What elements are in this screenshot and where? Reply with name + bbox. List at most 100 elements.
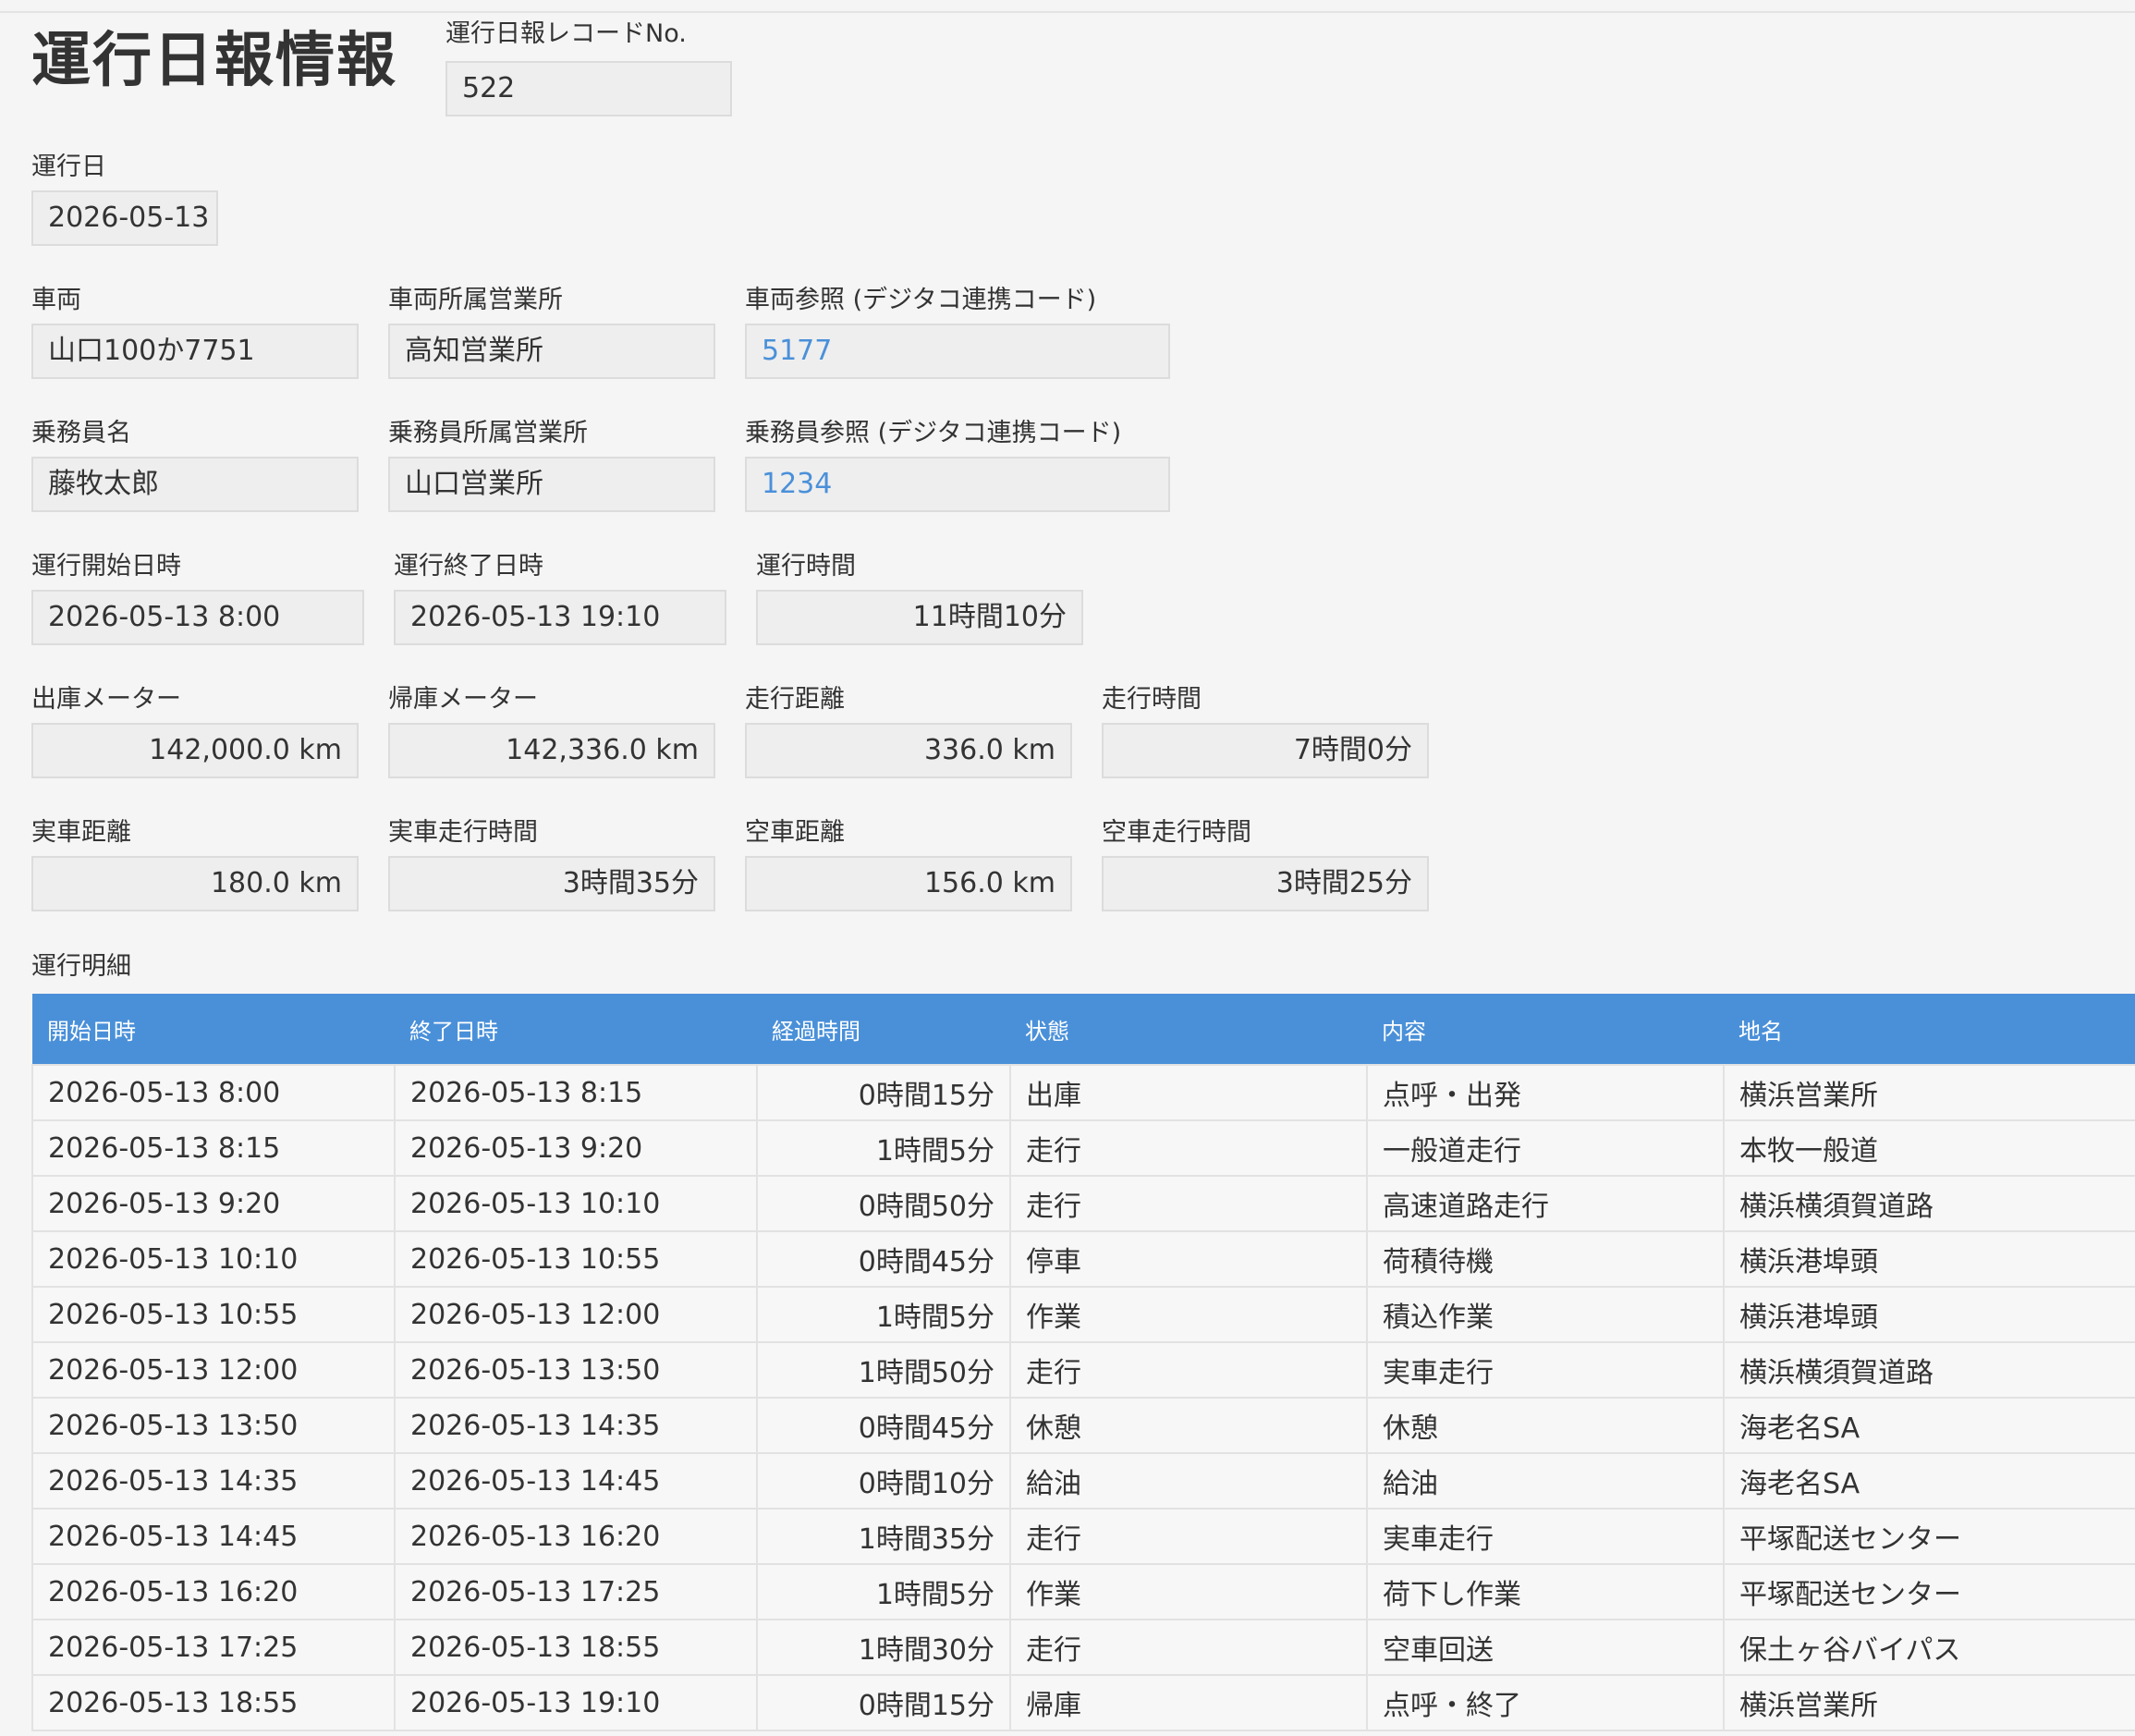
end-datetime-value[interactable]: 2026-05-13 19:10	[394, 590, 726, 645]
vehicle-office-label: 車両所属営業所	[388, 286, 563, 314]
cell-place: 横浜横須賀道路	[1723, 1341, 2135, 1399]
cell-end: 2026-05-13 8:15	[394, 1064, 758, 1121]
cell-elapsed: 0時間15分	[756, 1064, 1011, 1121]
empty-travel-time-value[interactable]: 3時間25分	[1102, 856, 1429, 911]
cell-content: 給油	[1366, 1452, 1725, 1510]
cell-status: 作業	[1009, 1563, 1368, 1620]
cell-place: 保土ヶ谷バイパス	[1723, 1619, 2135, 1676]
empty-distance-value[interactable]: 156.0 km	[745, 856, 1072, 911]
driver-ref-link[interactable]: 1234	[762, 468, 832, 500]
vehicle-value[interactable]: 山口100か7751	[31, 324, 359, 379]
driver-office-label: 乗務員所属営業所	[388, 419, 588, 447]
travel-distance-value[interactable]: 336.0 km	[745, 723, 1072, 778]
cell-status: 給油	[1009, 1452, 1368, 1510]
cell-content: 点呼・出発	[1366, 1064, 1725, 1121]
column-header-elapsed[interactable]: 経過時間	[757, 994, 1010, 1065]
cell-content: 荷積待機	[1366, 1230, 1725, 1288]
empty-travel-time-label: 空車走行時間	[1102, 818, 1251, 847]
cell-end: 2026-05-13 19:10	[394, 1674, 758, 1731]
table-row[interactable]: 2026-05-13 17:25 2026-05-13 18:55 1時間30分 走行…	[31, 1619, 2135, 1676]
cell-start: 2026-05-13 13:50	[31, 1397, 396, 1454]
cell-place: 横浜営業所	[1723, 1674, 2135, 1731]
cell-elapsed: 0時間45分	[756, 1397, 1011, 1454]
cell-end: 2026-05-13 16:20	[394, 1508, 758, 1565]
cell-status: 走行	[1009, 1508, 1368, 1565]
column-header-end[interactable]: 終了日時	[395, 994, 757, 1065]
cell-start: 2026-05-13 18:55	[31, 1674, 396, 1731]
operation-date-value[interactable]: 2026-05-13	[31, 190, 218, 246]
cell-start: 2026-05-13 14:45	[31, 1508, 396, 1565]
operation-time-label: 運行時間	[756, 552, 856, 581]
cell-place: 本牧一般道	[1723, 1119, 2135, 1177]
table-row[interactable]: 2026-05-13 12:00 2026-05-13 13:50 1時間50分 走行…	[31, 1341, 2135, 1399]
departure-meter-value[interactable]: 142,000.0 km	[31, 723, 359, 778]
table-row[interactable]: 2026-05-13 13:50 2026-05-13 14:35 0時間45分 休憩…	[31, 1397, 2135, 1454]
cell-elapsed: 1時間5分	[756, 1286, 1011, 1343]
empty-distance-label: 空車距離	[745, 818, 845, 847]
record-no-value[interactable]: 522	[445, 61, 732, 116]
column-header-start[interactable]: 開始日時	[32, 994, 395, 1065]
return-meter-value[interactable]: 142,336.0 km	[388, 723, 715, 778]
cell-end: 2026-05-13 14:45	[394, 1452, 758, 1510]
details-header-row: 開始日時 終了日時 経過時間 状態 内容 地名	[32, 994, 2135, 1065]
cell-start: 2026-05-13 9:20	[31, 1175, 396, 1232]
details-section-label: 運行明細	[31, 952, 131, 981]
vehicle-label: 車両	[31, 286, 81, 314]
driver-label: 乗務員名	[31, 419, 131, 447]
table-row[interactable]: 2026-05-13 8:00 2026-05-13 8:15 0時間15分 出庫 点呼…	[31, 1064, 2135, 1121]
column-header-content[interactable]: 内容	[1367, 994, 1724, 1065]
cell-end: 2026-05-13 12:00	[394, 1286, 758, 1343]
cell-start: 2026-05-13 8:00	[31, 1064, 396, 1121]
travel-time-label: 走行時間	[1102, 685, 1202, 714]
cell-start: 2026-05-13 14:35	[31, 1452, 396, 1510]
table-row[interactable]: 2026-05-13 10:55 2026-05-13 12:00 1時間5分 作業積…	[31, 1286, 2135, 1343]
cell-end: 2026-05-13 9:20	[394, 1119, 758, 1177]
driver-office-value[interactable]: 山口営業所	[388, 457, 715, 512]
table-row[interactable]: 2026-05-13 10:10 2026-05-13 10:55 0時間45分 停車…	[31, 1230, 2135, 1288]
start-datetime-value[interactable]: 2026-05-13 8:00	[31, 590, 364, 645]
departure-meter-label: 出庫メーター	[31, 685, 181, 714]
driver-value[interactable]: 藤牧太郎	[31, 457, 359, 512]
cell-elapsed: 1時間35分	[756, 1508, 1011, 1565]
table-row[interactable]: 2026-05-13 16:20 2026-05-13 17:25 1時間5分 作業荷…	[31, 1563, 2135, 1620]
table-row[interactable]: 2026-05-13 9:20 2026-05-13 10:10 0時間50分 走行高…	[31, 1175, 2135, 1232]
cell-status: 出庫	[1009, 1064, 1368, 1121]
cell-status: 走行	[1009, 1175, 1368, 1232]
cell-start: 2026-05-13 10:10	[31, 1230, 396, 1288]
record-no-label: 運行日報レコードNo.	[445, 19, 687, 48]
cell-place: 横浜営業所	[1723, 1064, 2135, 1121]
table-row[interactable]: 2026-05-13 14:45 2026-05-13 16:20 1時間35分 走行…	[31, 1508, 2135, 1565]
loaded-distance-value[interactable]: 180.0 km	[31, 856, 359, 911]
cell-place: 横浜港埠頭	[1723, 1230, 2135, 1288]
start-datetime-label: 運行開始日時	[31, 552, 181, 581]
vehicle-office-value[interactable]: 高知営業所	[388, 324, 715, 379]
cell-place: 平塚配送センター	[1723, 1508, 2135, 1565]
operation-date-label: 運行日	[31, 153, 106, 181]
vehicle-ref-link[interactable]: 5177	[762, 335, 832, 367]
loaded-travel-time-value[interactable]: 3時間35分	[388, 856, 715, 911]
driver-ref-box: 1234	[745, 457, 1170, 512]
travel-distance-label: 走行距離	[745, 685, 845, 714]
cell-start: 2026-05-13 10:55	[31, 1286, 396, 1343]
cell-place: 海老名SA	[1723, 1452, 2135, 1510]
cell-end: 2026-05-13 10:10	[394, 1175, 758, 1232]
cell-elapsed: 0時間10分	[756, 1452, 1011, 1510]
cell-end: 2026-05-13 14:35	[394, 1397, 758, 1454]
driver-ref-label: 乗務員参照 (デジタコ連携コード)	[745, 419, 1122, 447]
table-row[interactable]: 2026-05-13 18:55 2026-05-13 19:10 0時間15分 帰庫…	[31, 1674, 2135, 1731]
column-header-status[interactable]: 状態	[1010, 994, 1367, 1065]
operation-time-value[interactable]: 11時間10分	[756, 590, 1083, 645]
cell-start: 2026-05-13 12:00	[31, 1341, 396, 1399]
column-header-place[interactable]: 地名	[1724, 994, 2135, 1065]
cell-content: 一般道走行	[1366, 1119, 1725, 1177]
table-row[interactable]: 2026-05-13 8:15 2026-05-13 9:20 1時間5分 走行 一般道…	[31, 1119, 2135, 1177]
cell-status: 走行	[1009, 1119, 1368, 1177]
details-table: 開始日時 終了日時 経過時間 状態 内容 地名 2026-05-13 8:00 2…	[31, 994, 2135, 1731]
cell-start: 2026-05-13 17:25	[31, 1619, 396, 1676]
cell-start: 2026-05-13 16:20	[31, 1563, 396, 1620]
table-row[interactable]: 2026-05-13 14:35 2026-05-13 14:45 0時間10分 給油…	[31, 1452, 2135, 1510]
travel-time-value[interactable]: 7時間0分	[1102, 723, 1429, 778]
loaded-distance-label: 実車距離	[31, 818, 131, 847]
vehicle-ref-box: 5177	[745, 324, 1170, 379]
cell-status: 休憩	[1009, 1397, 1368, 1454]
